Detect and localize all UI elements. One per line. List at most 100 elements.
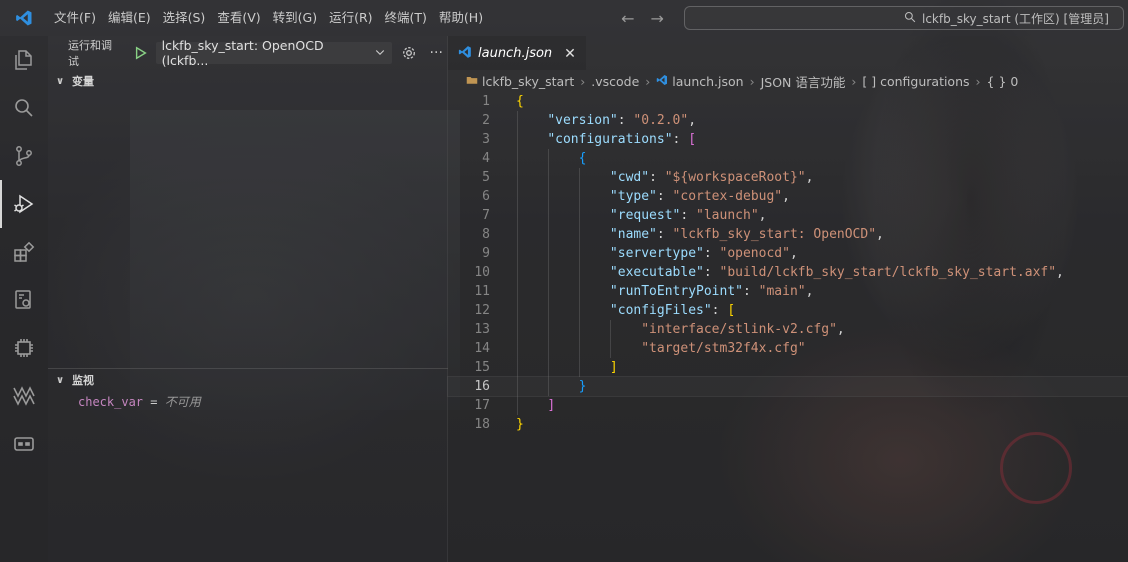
line-number: 16 xyxy=(474,379,490,394)
breadcrumb-item[interactable]: .vscode xyxy=(591,74,639,89)
json-key: "configFiles" xyxy=(609,303,712,318)
line-number: 18 xyxy=(474,417,490,432)
menu-goto[interactable]: 转到(G) xyxy=(267,0,323,36)
code-line: 1{ xyxy=(448,92,1128,111)
gear-icon[interactable] xyxy=(398,42,420,64)
breadcrumb-item[interactable]: JSON 语言功能 xyxy=(761,72,846,91)
command-center-search[interactable]: lckfb_sky_start (工作区) [管理员] xyxy=(683,6,1124,30)
line-number: 7 xyxy=(482,208,490,223)
line-number: 5 xyxy=(482,170,490,185)
more-actions-icon[interactable]: ··· xyxy=(425,42,447,64)
run-debug-sidebar: 运行和调试 lckfb_sky_start: OpenOCD (lckfb...… xyxy=(48,36,448,562)
search-text: lckfb_sky_start (工作区) [管理员] xyxy=(921,11,1109,26)
back-arrow-icon[interactable]: ← xyxy=(621,9,634,28)
code-line: 2 "version": "0.2.0", xyxy=(448,111,1128,130)
chevron-right-icon: › xyxy=(580,73,586,89)
line-number: 2 xyxy=(482,113,490,128)
line-number: 17 xyxy=(474,398,490,413)
remote-explorer-icon[interactable] xyxy=(0,276,48,324)
line-number: 12 xyxy=(474,303,490,318)
json-key: "servertype" xyxy=(609,246,704,261)
editor-tabs: launch.json ✕ xyxy=(448,36,1128,70)
line-number: 13 xyxy=(474,322,490,337)
watch-expression-name: check_var xyxy=(78,395,144,409)
vscode-file-icon xyxy=(656,74,668,89)
code-line: 11 "runToEntryPoint": "main", xyxy=(448,282,1128,301)
run-debug-title: 运行和调试 xyxy=(68,39,112,68)
json-key: "request" xyxy=(609,208,681,223)
extensions-icon[interactable] xyxy=(0,228,48,276)
menu-run[interactable]: 运行(R) xyxy=(323,0,378,36)
title-bar: 文件(F) 编辑(E) 选择(S) 查看(V) 转到(G) 运行(R) 终端(T… xyxy=(0,0,1128,36)
json-key: "name" xyxy=(609,227,657,242)
tab-label: launch.json xyxy=(478,46,553,61)
menu-terminal[interactable]: 终端(T) xyxy=(379,0,433,36)
watch-expression-value: 不可用 xyxy=(164,395,201,409)
json-string: "main" xyxy=(758,284,806,299)
chip-icon[interactable] xyxy=(0,324,48,372)
variables-section-header[interactable]: ∨ 变量 xyxy=(48,70,447,92)
serial-monitor-icon[interactable] xyxy=(0,420,48,468)
line-number: 4 xyxy=(482,151,490,166)
code-line: 17 ] xyxy=(448,396,1128,415)
editor-area: launch.json ✕ lckfb_sky_start › .vscode … xyxy=(447,36,1128,562)
line-number: 6 xyxy=(482,189,490,204)
search-view-icon[interactable] xyxy=(0,84,48,132)
watch-section: ∨ 监视 check_var = 不可用 xyxy=(48,368,448,413)
code-line: 7 "request": "launch", xyxy=(448,206,1128,225)
watch-expression[interactable]: check_var = 不可用 xyxy=(48,391,448,413)
waveform-icon[interactable] xyxy=(0,372,48,420)
start-debug-icon[interactable] xyxy=(132,44,150,62)
line-number: 14 xyxy=(474,341,490,356)
breadcrumb-item[interactable]: launch.json xyxy=(672,74,743,89)
code-line: 12 "configFiles": [ xyxy=(448,301,1128,320)
json-string: "interface/stlink-v2.cfg" xyxy=(641,322,837,337)
chevron-right-icon: › xyxy=(749,73,755,89)
breadcrumb: lckfb_sky_start › .vscode › launch.json … xyxy=(448,70,1128,92)
source-control-icon[interactable] xyxy=(0,132,48,180)
menu-help[interactable]: 帮助(H) xyxy=(433,0,489,36)
json-string: "build/lckfb_sky_start/lckfb_sky_start.a… xyxy=(719,265,1057,280)
line-number: 3 xyxy=(482,132,490,147)
vscode-logo-icon xyxy=(0,0,48,36)
code-line: 15 ] xyxy=(448,358,1128,377)
json-key: "runToEntryPoint" xyxy=(609,284,743,299)
indent-guide xyxy=(579,168,580,377)
watch-section-header[interactable]: ∨ 监视 xyxy=(48,369,448,391)
explorer-icon[interactable] xyxy=(0,36,48,84)
code-editor[interactable]: 1{ 2 "version": "0.2.0", 3 "configuratio… xyxy=(447,92,1128,434)
code-line: 8 "name": "lckfb_sky_start: OpenOCD", xyxy=(448,225,1128,244)
menu-bar: 文件(F) 编辑(E) 选择(S) 查看(V) 转到(G) 运行(R) 终端(T… xyxy=(48,0,489,36)
json-string: "target/stm32f4x.cfg" xyxy=(641,341,806,356)
breadcrumb-item[interactable]: [ ] configurations xyxy=(862,74,969,89)
menu-view[interactable]: 查看(V) xyxy=(211,0,266,36)
json-key: "configurations" xyxy=(547,132,673,147)
json-key: "version" xyxy=(547,113,618,128)
breadcrumb-item[interactable]: { } 0 xyxy=(987,74,1019,89)
close-icon[interactable]: ✕ xyxy=(564,46,576,62)
breadcrumb-item[interactable]: lckfb_sky_start xyxy=(482,74,574,89)
menu-edit[interactable]: 编辑(E) xyxy=(102,0,157,36)
chevron-down-icon: ∨ xyxy=(55,75,65,87)
indent-guide xyxy=(517,111,518,415)
menu-file[interactable]: 文件(F) xyxy=(48,0,102,36)
run-debug-icon[interactable] xyxy=(0,180,48,228)
menu-selection[interactable]: 选择(S) xyxy=(157,0,212,36)
code-line: 6 "type": "cortex-debug", xyxy=(448,187,1128,206)
debug-config-label: lckfb_sky_start: OpenOCD (lckfb... xyxy=(161,38,324,68)
activity-bar xyxy=(0,36,48,562)
code-line: 14 "target/stm32f4x.cfg" xyxy=(448,339,1128,358)
json-key: "executable" xyxy=(609,265,704,280)
tab-launch-json[interactable]: launch.json ✕ xyxy=(448,36,586,70)
debug-config-select[interactable]: lckfb_sky_start: OpenOCD (lckfb... xyxy=(155,38,392,68)
watch-equals: = xyxy=(143,395,165,409)
chevron-right-icon: › xyxy=(645,73,651,89)
json-key: "type" xyxy=(609,189,657,204)
chevron-down-icon: ∨ xyxy=(55,374,65,386)
forward-arrow-icon[interactable]: → xyxy=(650,9,663,28)
json-string: "${workspaceRoot}" xyxy=(664,170,806,185)
watch-title: 监视 xyxy=(72,374,94,387)
line-number: 11 xyxy=(474,284,490,299)
json-string: "openocd" xyxy=(719,246,790,261)
navigation-arrows: ← → xyxy=(621,9,664,28)
